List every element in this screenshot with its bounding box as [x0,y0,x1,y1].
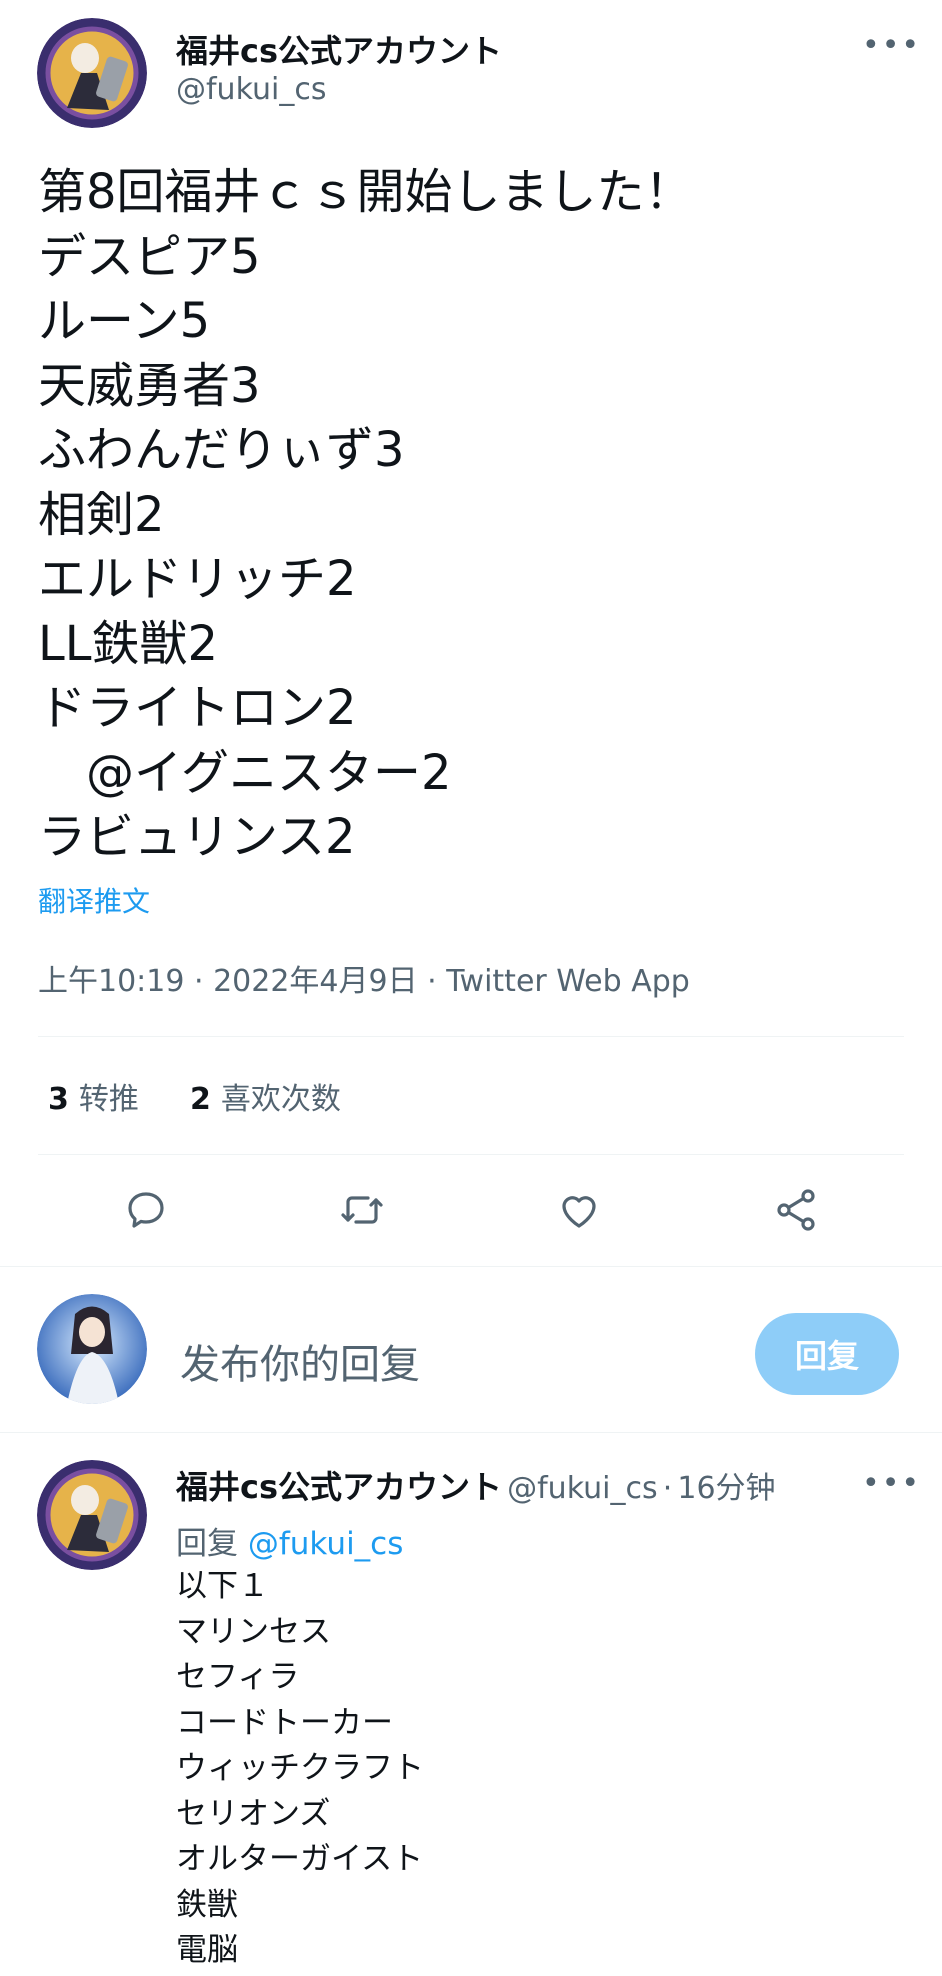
reply-line: マリンセス [176,1613,331,1650]
share-icon[interactable] [772,1186,820,1238]
tweet-line: 相剣2 [38,486,165,543]
tweet-line: ドライトロン2 [38,680,357,736]
reply-input[interactable]: 发布你的回复 [180,1332,420,1390]
reply-author-avatar[interactable] [37,1460,147,1570]
reply-icon[interactable] [122,1186,170,1238]
like-label: 喜欢次数 [220,1082,341,1117]
tweet-line: LL鉄獣2 [38,615,219,672]
tweet-line: エルドリッチ2 [38,551,357,607]
reply-line: 以下１ [176,1568,269,1604]
tweet-line: @イグニスター2 [38,744,452,801]
replying-to: 回复 @fukui_cs [176,1518,403,1563]
reply-header: 福井cs公式アカウント @fukui_cs · 16分钟 [176,1462,776,1508]
tweet-line: ルーン5 [38,293,211,349]
divider [0,1432,942,1433]
tweet-text: 第8回福井ｃｓ開始しました！ デスピア5 ルーン5 天威勇者3 ふわんだりぃず3… [38,160,693,870]
retweet-icon[interactable] [338,1186,386,1238]
retweet-count: 3 [48,1082,69,1117]
replying-to-handle[interactable]: @fukui_cs [248,1526,404,1562]
author-avatar[interactable] [37,18,147,128]
more-dots-icon[interactable]: ••• [862,28,921,63]
translate-link[interactable]: 翻译推文 [38,880,150,920]
retweet-stat[interactable]: 3 转推 [48,1074,139,1118]
reply-line: オルターガイスト [176,1841,424,1877]
more-dots-icon[interactable]: ••• [862,1466,921,1501]
tweet-timestamp[interactable]: 上午10:19 · 2022年4月9日 · Twitter Web App [38,956,690,1000]
divider [38,1154,904,1155]
reply-line: ウィッチクラフト [176,1750,424,1786]
replying-to-label: 回复 [176,1526,238,1562]
like-stat[interactable]: 2 喜欢次数 [190,1074,341,1118]
reply-line: コードトーカー [176,1704,393,1741]
author-handle[interactable]: @fukui_cs [176,72,327,107]
reply-text: 以下１ マリンセス セフィラ コードトーカー ウィッチクラフト セリオンズ オル… [176,1564,424,1974]
divider [38,1036,904,1037]
reply-author-handle[interactable]: @fukui_cs [507,1471,658,1506]
tweet-line: 天威勇者3 [38,357,261,414]
reply-line: セフィラ [176,1659,300,1695]
tweet-line: 第8回福井ｃｓ開始しました！ [38,164,693,220]
divider [0,1266,942,1267]
reply-time[interactable]: 16分钟 [677,1471,775,1506]
reply-line: 電脳 [176,1932,238,1968]
like-icon[interactable] [555,1186,603,1238]
reply-line: 鉄獣 [176,1886,238,1923]
separator: · [662,1471,673,1506]
like-count: 2 [190,1082,211,1117]
author-name[interactable]: 福井cs公式アカウント [176,26,502,72]
reply-button[interactable]: 回复 [755,1313,899,1395]
reply-line: セリオンズ [176,1795,331,1832]
reply-author-name[interactable]: 福井cs公式アカウント [176,1468,502,1506]
tweet-line: デスピア5 [38,228,261,285]
tweet-line: ラビュリンス2 [38,809,356,865]
tweet-line: ふわんだりぃず3 [38,422,405,478]
user-avatar[interactable] [37,1294,147,1404]
retweet-label: 转推 [78,1082,139,1117]
